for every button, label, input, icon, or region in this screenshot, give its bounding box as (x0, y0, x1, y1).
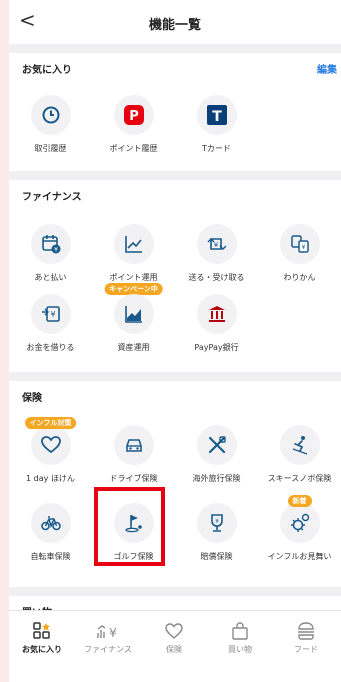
tab-shopping[interactable]: 買い物 (207, 621, 273, 655)
finance-item-asset[interactable]: 資産運用 (92, 294, 175, 353)
finance-item-atobarai[interactable]: ¥ あと払い (9, 224, 92, 283)
favorite-item-label: ポイント履歴 (109, 144, 158, 153)
insurance-item-ski[interactable]: スキースノボ保険 (258, 425, 341, 484)
divider (9, 44, 341, 53)
finance-grid: ¥ あと払い ポイント運用 キャンペーン中 ¥ 送る・受け取る ¥ わりかん ¥ (9, 208, 341, 372)
svg-text:¥: ¥ (50, 310, 55, 319)
tab-food[interactable]: フード (273, 621, 339, 655)
p-point-icon: P (113, 95, 154, 135)
t-card-icon: T (196, 95, 237, 135)
tab-finance[interactable]: ¥ ファイナンス (75, 621, 141, 655)
heart-icon (30, 425, 71, 465)
trophy-icon: ¥ (196, 503, 237, 543)
finance-item-label: あと払い (34, 273, 67, 282)
favorite-item-point-history[interactable]: P ポイント履歴 (92, 95, 175, 154)
split-yen-icon: ¥ (279, 224, 320, 264)
svg-text:¥: ¥ (213, 241, 218, 249)
bicycle-icon (30, 503, 71, 543)
tab-favorites[interactable]: お気に入り (9, 621, 75, 655)
shopping-bag-icon (232, 622, 248, 640)
insurance-item-drive[interactable]: ドライブ保険 (92, 425, 175, 484)
svg-text:P: P (129, 109, 139, 124)
heart-outline-icon (165, 623, 183, 639)
insurance-item-1day[interactable]: 1 day ほけん インフル対策 (9, 417, 92, 484)
favorite-item-label: Tカード (202, 144, 231, 153)
svg-text:¥: ¥ (109, 626, 117, 640)
tab-label: 買い物 (228, 645, 252, 654)
finance-item-label: ポイント運用 (109, 273, 158, 282)
insurance-header: 保険 (9, 381, 341, 409)
finance-item-label: PayPay銀行 (194, 343, 239, 352)
phone-screen: < 機能一覧 お気に入り 編集 取引履歴 P ポイント履歴 T Tカード ファイ… (9, 0, 341, 682)
svg-text:¥: ¥ (215, 518, 219, 525)
finance-title: ファイナンス (22, 192, 82, 203)
favorite-item-tcard[interactable]: T Tカード (175, 95, 258, 154)
divider (9, 171, 341, 180)
svg-text:¥: ¥ (54, 247, 58, 254)
insurance-item-label: 自転車保険 (30, 552, 71, 561)
svg-text:T: T (212, 109, 222, 125)
page-title: 機能一覧 (148, 18, 201, 33)
insurance-item-travel[interactable]: 海外旅行保険 (175, 425, 258, 484)
insurance-item-label: 賠償保険 (200, 552, 233, 561)
finance-item-send-receive[interactable]: ¥ 送る・受け取る (175, 224, 258, 283)
tab-label: ファイナンス (84, 645, 132, 654)
svg-text:¥: ¥ (301, 244, 305, 251)
finance-item-borrow[interactable]: ¥ お金を借りる (9, 294, 92, 353)
insurance-item-bicycle[interactable]: 自転車保険 (9, 503, 92, 562)
finance-item-label: お金を借りる (26, 343, 75, 352)
favorites-grid-icon (33, 622, 50, 639)
insurance-item-liability[interactable]: ¥ 賠償保険 (175, 503, 258, 562)
finance-item-label: 資産運用 (117, 343, 150, 352)
header: < 機能一覧 (9, 0, 341, 44)
finance-item-point-invest[interactable]: ポイント運用 キャンペーン中 (92, 224, 175, 295)
tab-insurance[interactable]: 保険 (141, 621, 207, 655)
chart-line-icon (113, 224, 154, 264)
new-badge: 新着 (287, 495, 312, 507)
insurance-item-label: スキースノボ保険 (267, 474, 332, 483)
finance-header: ファイナンス (9, 180, 341, 208)
insurance-item-label: インフルお見舞い (267, 552, 332, 561)
finance-icon: ¥ (97, 625, 117, 640)
divider (9, 372, 341, 381)
favorites-header: お気に入り 編集 (9, 53, 341, 81)
send-yen-icon: ¥ (196, 224, 237, 264)
insurance-title: 保険 (22, 393, 42, 404)
calendar-yen-icon: ¥ (30, 224, 71, 264)
area-chart-icon (113, 294, 154, 334)
favorites-grid: 取引履歴 P ポイント履歴 T Tカード (9, 81, 341, 171)
favorites-title: お気に入り (22, 65, 72, 76)
insurance-item-label: 海外旅行保険 (192, 474, 241, 483)
finance-item-label: わりかん (283, 273, 316, 282)
skier-icon (279, 425, 320, 465)
edit-button[interactable]: 編集 (317, 61, 337, 76)
tab-bar: お気に入り ¥ ファイナンス 保険 買い物 フード (9, 610, 341, 682)
tab-label: 保険 (166, 645, 182, 654)
finance-item-label: 送る・受け取る (188, 273, 245, 282)
airplane-cross-icon (196, 425, 237, 465)
tab-label: フード (294, 645, 318, 654)
virus-icon (279, 503, 320, 543)
highlight-box (94, 487, 165, 566)
borrow-yen-icon: ¥ (30, 294, 71, 334)
finance-item-bank[interactable]: PayPay銀行 (175, 294, 258, 353)
tab-label: お気に入り (22, 645, 62, 654)
car-icon (113, 425, 154, 465)
favorite-item-history[interactable]: 取引履歴 (9, 95, 92, 154)
insurance-item-flu[interactable]: インフルお見舞い 新着 (258, 495, 341, 562)
insurance-item-label: 1 day ほけん (26, 474, 75, 483)
insurance-item-label: ドライブ保険 (109, 474, 158, 483)
divider (9, 587, 341, 596)
clock-icon (30, 95, 71, 135)
insurance-grid: 1 day ほけん インフル対策 ドライブ保険 海外旅行保険 スキースノボ保険 (9, 409, 341, 587)
finance-item-warikan[interactable]: ¥ わりかん (258, 224, 341, 283)
bank-icon (196, 294, 237, 334)
favorite-item-label: 取引履歴 (34, 144, 67, 153)
flu-badge: インフル対策 (24, 417, 77, 429)
burger-icon (298, 622, 314, 640)
